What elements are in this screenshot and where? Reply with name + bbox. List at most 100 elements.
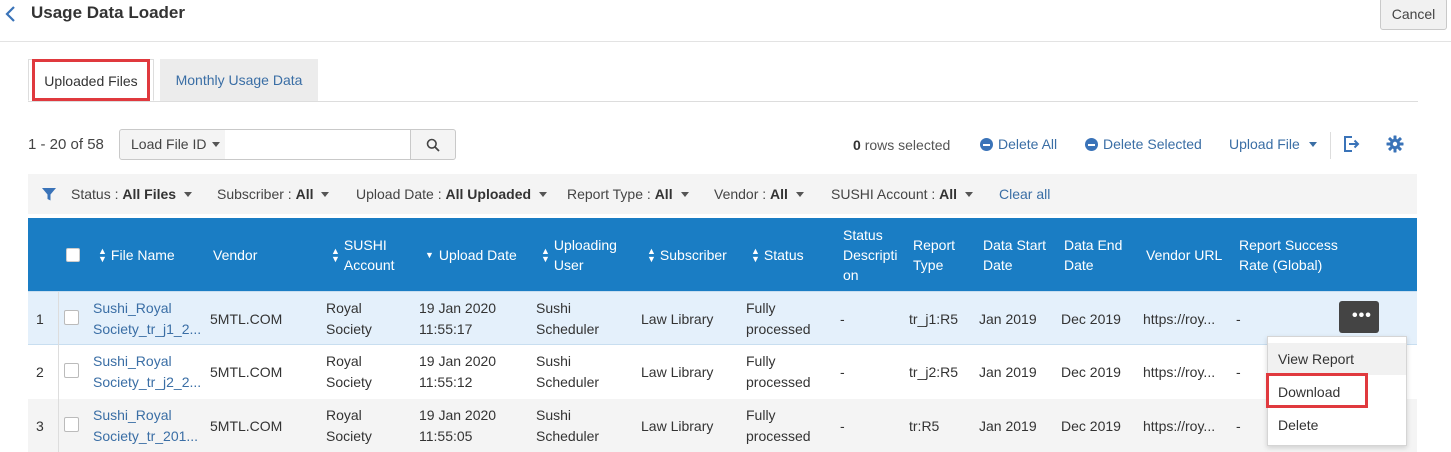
col-sushi-account[interactable]: ▲ ▼ SUSHI Account — [331, 218, 395, 291]
delete-selected-button[interactable]: Delete Selected — [1085, 136, 1202, 152]
menu-item-view-report[interactable]: View Report — [1268, 343, 1406, 375]
filter-value: All — [939, 186, 958, 202]
cell-line: Society — [326, 321, 372, 337]
filter-vendor[interactable]: Vendor : All — [714, 186, 804, 202]
clear-all-link[interactable]: Clear all — [999, 186, 1050, 202]
status-cell: Fully processed — [746, 399, 811, 452]
cancel-button[interactable]: Cancel — [1380, 0, 1447, 30]
filter-value: All — [295, 186, 314, 202]
tab-uploaded-files[interactable]: Uploaded Files — [28, 59, 154, 101]
file-name-text: Sushi_Royal Society_tr_201... — [93, 405, 198, 447]
delete-all-button[interactable]: Delete All — [980, 136, 1057, 152]
caret-down-icon — [680, 192, 689, 197]
col-uploading-user[interactable]: ▲ ▼ Uploading User — [541, 218, 617, 291]
table-header: ▲ ▼ File Name Vendor ▲ ▼ SUSHI Account ▼ Uploa… — [28, 218, 1417, 291]
col-vendor-url: Vendor URL — [1146, 218, 1222, 291]
row-actions-menu: View Report Download Delete — [1267, 336, 1407, 446]
file-name-line: Society_tr_j1_2... — [93, 321, 202, 337]
col-label: Type — [913, 256, 944, 273]
file-name-link[interactable]: Sushi_Royal Society_tr_201... — [93, 399, 198, 452]
row-checkbox[interactable] — [64, 363, 79, 378]
cell-text: Royal Society — [326, 351, 372, 393]
col-label: Report — [913, 236, 956, 253]
col-label: File Name — [110, 246, 175, 263]
filter-value: All Uploaded — [445, 186, 532, 202]
toolbar-divider — [1330, 132, 1331, 159]
search-field-label: Load File ID — [131, 136, 207, 152]
upload-date-cell: 19 Jan 2020 11:55:05 — [419, 399, 496, 452]
col-label-multiline: Data End Date — [1064, 235, 1122, 275]
table-row[interactable]: 3 Sushi_Royal Society_tr_201... 5MTL.COM … — [28, 399, 1417, 452]
menu-item-download[interactable]: Download — [1268, 376, 1406, 408]
filter-subscriber[interactable]: Subscriber : All — [217, 186, 330, 202]
row-checkbox[interactable] — [64, 310, 79, 325]
upload-date-cell: 19 Jan 2020 11:55:17 — [419, 292, 496, 346]
search-field-select[interactable]: Load File ID — [119, 129, 226, 160]
col-upload-date[interactable]: ▼ Upload Date — [425, 218, 517, 291]
filter-icon — [42, 188, 56, 201]
filter-report-type[interactable]: Report Type : All — [567, 186, 689, 202]
gear-icon[interactable] — [1386, 135, 1404, 153]
subscriber-cell: Law Library — [641, 363, 714, 380]
report-type-cell: tr:R5 — [909, 417, 940, 434]
results-range: 1 - 20 of 58 — [28, 136, 104, 153]
row-number: 3 — [36, 417, 44, 434]
caret-down-icon — [321, 192, 330, 197]
col-label: Account — [343, 256, 395, 273]
success-rate-cell: - — [1236, 363, 1241, 380]
tab-bar: Uploaded Files Monthly Usage Data — [28, 59, 1418, 102]
select-all-checkbox[interactable] — [66, 248, 80, 262]
filter-value: All Files — [122, 186, 177, 202]
col-label-multiline: Report Success Rate (Global) — [1239, 235, 1338, 275]
file-name-line: Sushi_Royal — [93, 353, 172, 369]
data-end-date-cell: Dec 2019 — [1061, 310, 1121, 327]
delete-selected-label: Delete Selected — [1103, 136, 1202, 152]
status-description-cell: - — [840, 363, 845, 380]
row-separator — [58, 292, 59, 346]
file-name-text: Sushi_Royal Society_tr_j1_2... — [93, 298, 201, 340]
tab-monthly-usage-data[interactable]: Monthly Usage Data — [160, 59, 318, 101]
col-label: Rate (Global) — [1239, 256, 1323, 273]
report-type-cell: tr_j1:R5 — [909, 310, 959, 327]
search-input[interactable] — [225, 129, 411, 160]
table-row[interactable]: 2 Sushi_Royal Society_tr_j2_2... 5MTL.COM… — [28, 345, 1417, 399]
row-checkbox[interactable] — [64, 417, 79, 432]
cell-text: Royal Society — [326, 405, 372, 447]
col-status[interactable]: ▲ ▼ Status — [751, 218, 804, 291]
cell-line: Scheduler — [536, 374, 600, 390]
cell-line: 11:55:05 — [419, 428, 473, 444]
row-actions-button[interactable]: ••• — [1339, 301, 1379, 333]
col-report-type: Report Type — [913, 218, 955, 291]
filter-status[interactable]: Status : All Files — [71, 186, 193, 202]
filter-label: Report Type : — [567, 186, 651, 202]
vendor-url-cell: https://roy... — [1143, 363, 1216, 380]
col-subscriber[interactable]: ▲ ▼ Subscriber — [647, 218, 727, 291]
vendor-cell: 5MTL.COM — [210, 310, 283, 327]
subscriber-cell: Law Library — [641, 310, 714, 327]
upload-file-dropdown[interactable]: Upload File — [1229, 136, 1317, 152]
subscriber-cell: Law Library — [641, 417, 714, 434]
cell-line: 19 Jan 2020 — [419, 353, 497, 369]
search-button[interactable] — [410, 129, 456, 160]
filter-upload-date[interactable]: Upload Date : All Uploaded — [356, 186, 548, 202]
back-arrow-icon[interactable] — [2, 4, 20, 24]
cell-line: Royal — [326, 407, 362, 423]
file-name-link[interactable]: Sushi_Royal Society_tr_j2_2... — [93, 345, 201, 399]
export-icon[interactable] — [1342, 135, 1360, 153]
filter-bar: Status : All Files Subscriber : All Uplo… — [28, 174, 1417, 214]
file-name-line: Sushi_Royal — [93, 300, 172, 316]
cell-text: 19 Jan 2020 11:55:17 — [419, 298, 496, 340]
caret-down-icon — [184, 192, 193, 197]
page-title: Usage Data Loader — [31, 3, 185, 22]
success-rate-cell: - — [1236, 417, 1241, 434]
file-name-link[interactable]: Sushi_Royal Society_tr_j1_2... — [93, 292, 201, 346]
col-file-name[interactable]: ▲ ▼ File Name — [98, 218, 175, 291]
col-data-start-date: Data Start Date — [983, 218, 1046, 291]
rows-selected-count: 0 rows selected — [853, 137, 950, 153]
col-report-success-rate: Report Success Rate (Global) — [1239, 218, 1338, 291]
cell-line: Scheduler — [536, 428, 600, 444]
table-row[interactable]: 1 Sushi_Royal Society_tr_j1_2... 5MTL.COM… — [28, 291, 1417, 346]
sort-icon: ▲ ▼ — [331, 245, 340, 264]
filter-sushi-account[interactable]: SUSHI Account : All — [831, 186, 974, 202]
menu-item-delete[interactable]: Delete — [1268, 409, 1406, 441]
